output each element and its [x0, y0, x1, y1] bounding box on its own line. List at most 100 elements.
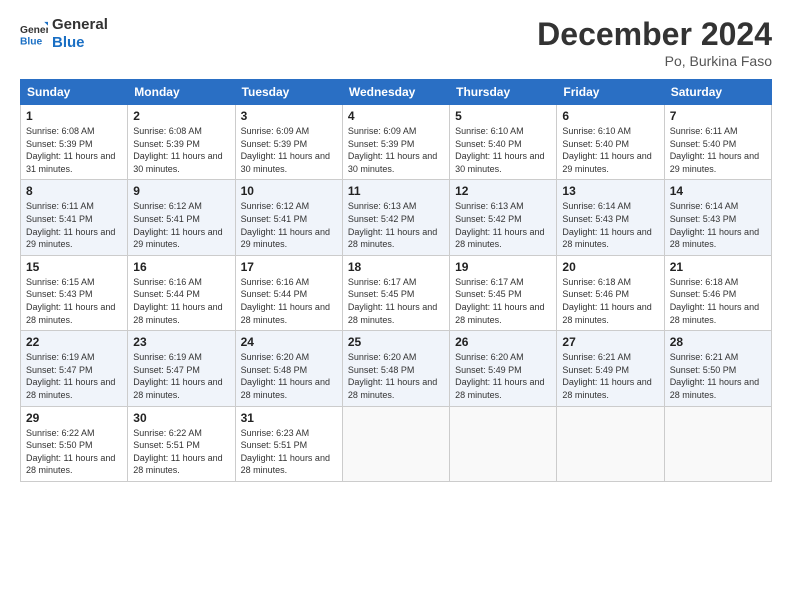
day-number: 14 [670, 184, 766, 198]
day-info: Sunrise: 6:08 AM Sunset: 5:39 PM Dayligh… [26, 125, 122, 175]
calendar-cell: 20 Sunrise: 6:18 AM Sunset: 5:46 PM Dayl… [557, 255, 664, 330]
day-number: 12 [455, 184, 551, 198]
day-info: Sunrise: 6:11 AM Sunset: 5:40 PM Dayligh… [670, 125, 766, 175]
calendar-cell: 5 Sunrise: 6:10 AM Sunset: 5:40 PM Dayli… [450, 105, 557, 180]
calendar-cell: 1 Sunrise: 6:08 AM Sunset: 5:39 PM Dayli… [21, 105, 128, 180]
col-tuesday: Tuesday [235, 80, 342, 105]
logo-line2: Blue [52, 34, 108, 52]
day-info: Sunrise: 6:14 AM Sunset: 5:43 PM Dayligh… [562, 200, 658, 250]
calendar-cell: 2 Sunrise: 6:08 AM Sunset: 5:39 PM Dayli… [128, 105, 235, 180]
day-number: 13 [562, 184, 658, 198]
calendar-cell [557, 406, 664, 481]
calendar-cell: 26 Sunrise: 6:20 AM Sunset: 5:49 PM Dayl… [450, 331, 557, 406]
calendar-cell: 6 Sunrise: 6:10 AM Sunset: 5:40 PM Dayli… [557, 105, 664, 180]
day-info: Sunrise: 6:21 AM Sunset: 5:50 PM Dayligh… [670, 351, 766, 401]
col-friday: Friday [557, 80, 664, 105]
calendar-cell: 17 Sunrise: 6:16 AM Sunset: 5:44 PM Dayl… [235, 255, 342, 330]
day-number: 17 [241, 260, 337, 274]
col-monday: Monday [128, 80, 235, 105]
col-thursday: Thursday [450, 80, 557, 105]
calendar-cell: 11 Sunrise: 6:13 AM Sunset: 5:42 PM Dayl… [342, 180, 449, 255]
day-info: Sunrise: 6:12 AM Sunset: 5:41 PM Dayligh… [241, 200, 337, 250]
day-info: Sunrise: 6:08 AM Sunset: 5:39 PM Dayligh… [133, 125, 229, 175]
page: General Blue General Blue December 2024 … [0, 0, 792, 612]
day-info: Sunrise: 6:20 AM Sunset: 5:49 PM Dayligh… [455, 351, 551, 401]
day-info: Sunrise: 6:19 AM Sunset: 5:47 PM Dayligh… [26, 351, 122, 401]
day-info: Sunrise: 6:18 AM Sunset: 5:46 PM Dayligh… [562, 276, 658, 326]
calendar-cell: 19 Sunrise: 6:17 AM Sunset: 5:45 PM Dayl… [450, 255, 557, 330]
day-number: 28 [670, 335, 766, 349]
calendar-header-row: Sunday Monday Tuesday Wednesday Thursday… [21, 80, 772, 105]
day-info: Sunrise: 6:16 AM Sunset: 5:44 PM Dayligh… [133, 276, 229, 326]
day-info: Sunrise: 6:13 AM Sunset: 5:42 PM Dayligh… [348, 200, 444, 250]
day-info: Sunrise: 6:17 AM Sunset: 5:45 PM Dayligh… [348, 276, 444, 326]
calendar-cell: 3 Sunrise: 6:09 AM Sunset: 5:39 PM Dayli… [235, 105, 342, 180]
calendar-cell: 15 Sunrise: 6:15 AM Sunset: 5:43 PM Dayl… [21, 255, 128, 330]
day-number: 10 [241, 184, 337, 198]
calendar-week-5: 29 Sunrise: 6:22 AM Sunset: 5:50 PM Dayl… [21, 406, 772, 481]
calendar-cell: 13 Sunrise: 6:14 AM Sunset: 5:43 PM Dayl… [557, 180, 664, 255]
day-number: 31 [241, 411, 337, 425]
day-info: Sunrise: 6:10 AM Sunset: 5:40 PM Dayligh… [455, 125, 551, 175]
day-info: Sunrise: 6:19 AM Sunset: 5:47 PM Dayligh… [133, 351, 229, 401]
day-info: Sunrise: 6:21 AM Sunset: 5:49 PM Dayligh… [562, 351, 658, 401]
day-number: 19 [455, 260, 551, 274]
day-number: 30 [133, 411, 229, 425]
location: Po, Burkina Faso [537, 53, 772, 69]
calendar-cell: 24 Sunrise: 6:20 AM Sunset: 5:48 PM Dayl… [235, 331, 342, 406]
day-number: 18 [348, 260, 444, 274]
title-block: December 2024 Po, Burkina Faso [537, 16, 772, 69]
day-info: Sunrise: 6:10 AM Sunset: 5:40 PM Dayligh… [562, 125, 658, 175]
day-number: 16 [133, 260, 229, 274]
day-number: 26 [455, 335, 551, 349]
day-info: Sunrise: 6:15 AM Sunset: 5:43 PM Dayligh… [26, 276, 122, 326]
day-info: Sunrise: 6:11 AM Sunset: 5:41 PM Dayligh… [26, 200, 122, 250]
day-info: Sunrise: 6:09 AM Sunset: 5:39 PM Dayligh… [348, 125, 444, 175]
day-number: 15 [26, 260, 122, 274]
day-info: Sunrise: 6:09 AM Sunset: 5:39 PM Dayligh… [241, 125, 337, 175]
calendar-cell: 28 Sunrise: 6:21 AM Sunset: 5:50 PM Dayl… [664, 331, 771, 406]
calendar-cell: 31 Sunrise: 6:23 AM Sunset: 5:51 PM Dayl… [235, 406, 342, 481]
day-number: 8 [26, 184, 122, 198]
day-number: 9 [133, 184, 229, 198]
day-number: 7 [670, 109, 766, 123]
calendar-cell: 22 Sunrise: 6:19 AM Sunset: 5:47 PM Dayl… [21, 331, 128, 406]
calendar-cell: 10 Sunrise: 6:12 AM Sunset: 5:41 PM Dayl… [235, 180, 342, 255]
calendar-cell: 23 Sunrise: 6:19 AM Sunset: 5:47 PM Dayl… [128, 331, 235, 406]
day-info: Sunrise: 6:23 AM Sunset: 5:51 PM Dayligh… [241, 427, 337, 477]
day-info: Sunrise: 6:20 AM Sunset: 5:48 PM Dayligh… [348, 351, 444, 401]
day-number: 6 [562, 109, 658, 123]
day-number: 23 [133, 335, 229, 349]
day-number: 27 [562, 335, 658, 349]
day-info: Sunrise: 6:16 AM Sunset: 5:44 PM Dayligh… [241, 276, 337, 326]
day-info: Sunrise: 6:20 AM Sunset: 5:48 PM Dayligh… [241, 351, 337, 401]
calendar-cell [342, 406, 449, 481]
calendar-cell: 9 Sunrise: 6:12 AM Sunset: 5:41 PM Dayli… [128, 180, 235, 255]
day-info: Sunrise: 6:17 AM Sunset: 5:45 PM Dayligh… [455, 276, 551, 326]
calendar-cell: 27 Sunrise: 6:21 AM Sunset: 5:49 PM Dayl… [557, 331, 664, 406]
day-number: 20 [562, 260, 658, 274]
calendar-week-2: 8 Sunrise: 6:11 AM Sunset: 5:41 PM Dayli… [21, 180, 772, 255]
svg-text:Blue: Blue [20, 36, 43, 47]
day-number: 22 [26, 335, 122, 349]
calendar-cell: 4 Sunrise: 6:09 AM Sunset: 5:39 PM Dayli… [342, 105, 449, 180]
calendar-cell: 21 Sunrise: 6:18 AM Sunset: 5:46 PM Dayl… [664, 255, 771, 330]
day-number: 1 [26, 109, 122, 123]
calendar-cell: 30 Sunrise: 6:22 AM Sunset: 5:51 PM Dayl… [128, 406, 235, 481]
calendar-cell: 12 Sunrise: 6:13 AM Sunset: 5:42 PM Dayl… [450, 180, 557, 255]
day-info: Sunrise: 6:22 AM Sunset: 5:51 PM Dayligh… [133, 427, 229, 477]
day-number: 3 [241, 109, 337, 123]
calendar-cell [450, 406, 557, 481]
day-info: Sunrise: 6:22 AM Sunset: 5:50 PM Dayligh… [26, 427, 122, 477]
col-saturday: Saturday [664, 80, 771, 105]
day-info: Sunrise: 6:18 AM Sunset: 5:46 PM Dayligh… [670, 276, 766, 326]
logo-icon: General Blue [20, 20, 48, 48]
calendar-cell: 25 Sunrise: 6:20 AM Sunset: 5:48 PM Dayl… [342, 331, 449, 406]
svg-text:General: General [20, 25, 48, 36]
header: General Blue General Blue December 2024 … [20, 16, 772, 69]
day-info: Sunrise: 6:13 AM Sunset: 5:42 PM Dayligh… [455, 200, 551, 250]
logo: General Blue General Blue [20, 16, 108, 52]
day-info: Sunrise: 6:14 AM Sunset: 5:43 PM Dayligh… [670, 200, 766, 250]
day-number: 4 [348, 109, 444, 123]
day-number: 5 [455, 109, 551, 123]
